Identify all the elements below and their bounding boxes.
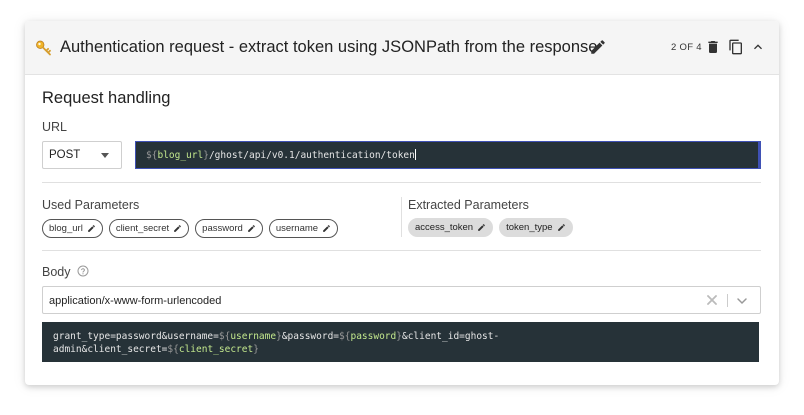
- method-select[interactable]: POST: [42, 141, 122, 169]
- pencil-icon[interactable]: [173, 224, 182, 233]
- parameter-chip-label: blog_url: [49, 223, 83, 234]
- section-title: Request handling: [42, 89, 171, 107]
- trash-icon[interactable]: [705, 39, 721, 55]
- body-line: grant_type=password&username=${username}…: [53, 330, 748, 343]
- clear-icon[interactable]: [707, 295, 717, 305]
- content-type-select[interactable]: application/x-www-form-urlencoded: [42, 286, 761, 314]
- caret-down-icon: [101, 153, 109, 158]
- parameter-chip[interactable]: token_type: [499, 218, 573, 237]
- parameter-chip[interactable]: username: [268, 219, 339, 238]
- copy-icon[interactable]: [728, 39, 744, 55]
- vertical-divider: [401, 197, 402, 237]
- pencil-icon[interactable]: [477, 223, 486, 232]
- key-icon: [36, 40, 51, 56]
- body-editor[interactable]: grant_type=password&username=${username}…: [42, 322, 759, 362]
- body-text: &client_id=ghost-: [401, 331, 500, 342]
- parameter-chip-label: client_secret: [115, 223, 170, 234]
- body-text: ${: [339, 331, 351, 342]
- extracted-params-list: access_token token_type: [408, 218, 573, 237]
- parameter-chip-label: access_token: [415, 222, 474, 233]
- chevron-down-icon[interactable]: [736, 295, 748, 307]
- step-card: Authentication request - extract token u…: [25, 21, 779, 385]
- parameter-chip-label: username: [275, 223, 319, 234]
- body-text: ${: [167, 344, 179, 355]
- pencil-icon[interactable]: [557, 223, 566, 232]
- pencil-icon[interactable]: [589, 38, 607, 56]
- body-line: admin&client_secret=${client_secret}: [53, 343, 748, 356]
- step-title: Authentication request - extract token u…: [60, 38, 598, 56]
- body-text: grant_type=password&username=: [53, 331, 219, 342]
- body-variable: password: [350, 331, 397, 342]
- parameter-chip[interactable]: password: [195, 219, 263, 238]
- parameter-chip[interactable]: client_secret: [108, 219, 190, 238]
- step-header[interactable]: Authentication request - extract token u…: [25, 21, 779, 75]
- parameter-chip[interactable]: blog_url: [42, 219, 103, 238]
- content-type-value: application/x-www-form-urlencoded: [49, 295, 222, 307]
- parameter-chip[interactable]: access_token: [408, 218, 494, 237]
- divider: [42, 250, 761, 251]
- pencil-icon[interactable]: [247, 224, 256, 233]
- url-label: URL: [42, 120, 68, 134]
- parameter-chip-label: password: [202, 223, 243, 234]
- url-path: /ghost/api/v0.1/authentication/token: [208, 150, 415, 161]
- url-input[interactable]: ${blog_url}/ghost/api/v0.1/authenticatio…: [135, 141, 761, 169]
- body-label: Body: [42, 265, 71, 279]
- used-params-list: blog_url client_secret password username: [42, 219, 339, 238]
- divider: [42, 182, 761, 183]
- body-text: &password=: [281, 331, 340, 342]
- extracted-params-label: Extracted Parameters: [408, 198, 529, 212]
- body-variable: username: [230, 331, 277, 342]
- var-open-brace: ${: [146, 150, 158, 161]
- pencil-icon[interactable]: [87, 224, 96, 233]
- pencil-icon[interactable]: [322, 224, 331, 233]
- body-text: ${: [218, 331, 231, 342]
- chevron-up-icon[interactable]: [750, 39, 766, 55]
- parameter-chip-label: token_type: [506, 222, 553, 233]
- body-text: }: [253, 344, 259, 355]
- method-value: POST: [49, 149, 81, 161]
- body-text: admin&client_secret=: [53, 344, 168, 355]
- body-variable: client_secret: [178, 344, 254, 355]
- url-variable: blog_url: [157, 150, 204, 161]
- help-icon[interactable]: [77, 265, 89, 277]
- select-separator: [727, 294, 728, 307]
- used-params-label: Used Parameters: [42, 198, 140, 212]
- text-cursor: [414, 149, 416, 160]
- step-counter: 2 OF 4: [671, 42, 702, 53]
